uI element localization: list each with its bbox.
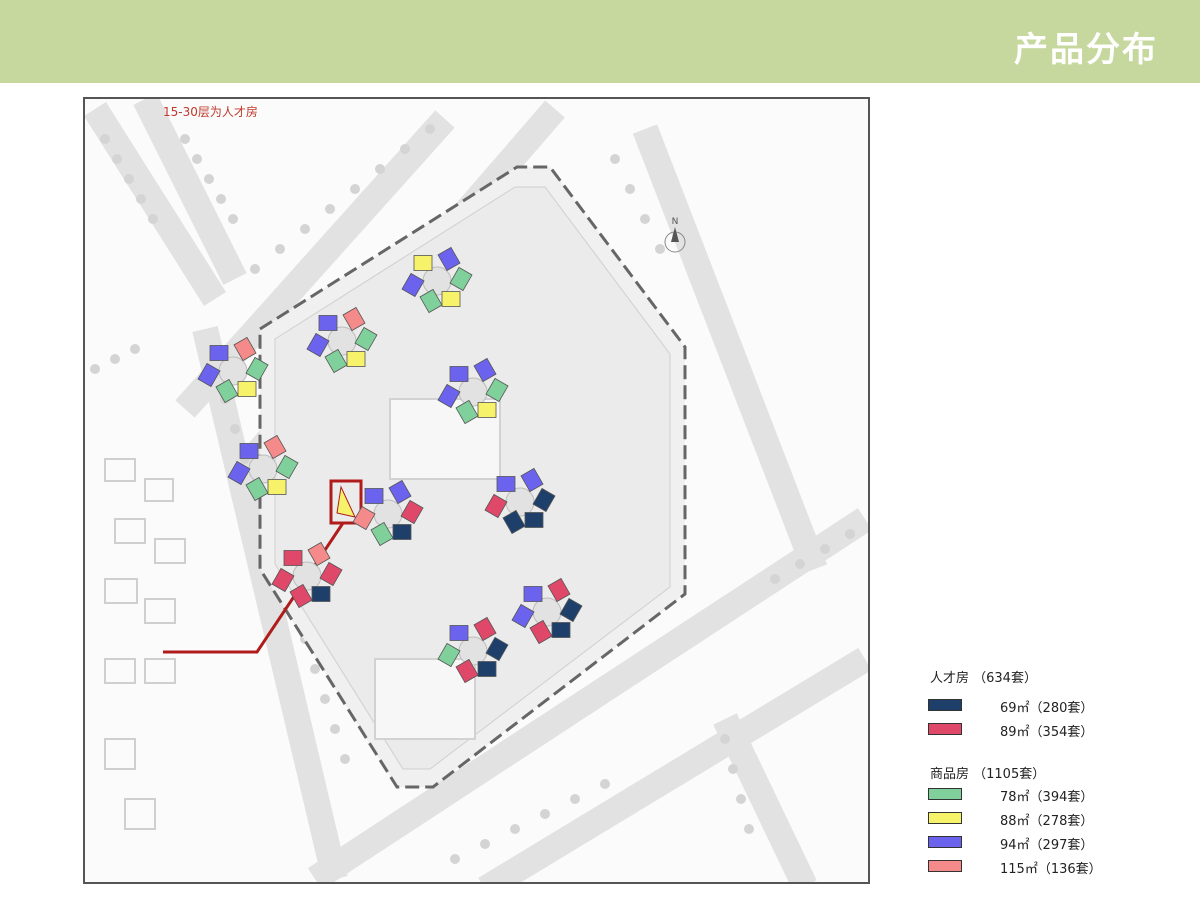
legend-swatch xyxy=(928,699,962,711)
apartment-unit-block xyxy=(477,402,497,418)
tower-core xyxy=(292,561,322,591)
legend-label: 69㎡（280套） xyxy=(1000,701,1094,716)
legend-label: 89㎡（354套） xyxy=(1000,725,1094,740)
tower-core xyxy=(458,377,488,407)
apartment-unit-block xyxy=(524,512,544,528)
legend-label: 78㎡（394套） xyxy=(1000,790,1094,805)
apartment-unit-block xyxy=(523,586,543,602)
tower-core xyxy=(422,266,452,296)
apartment-unit-block xyxy=(311,586,331,602)
tower-core xyxy=(532,597,562,627)
site-plan-map: N 15-30层为人才房 xyxy=(83,97,870,884)
legend-label: 115㎡（136套） xyxy=(1000,862,1102,877)
legend-swatch xyxy=(928,788,962,800)
apartment-unit-block xyxy=(441,291,461,307)
legend-group-talent-housing: 人才房 （634套） xyxy=(930,671,1037,686)
apartment-unit-block xyxy=(449,366,469,382)
apartment-unit-block xyxy=(392,524,412,540)
apartment-unit-block xyxy=(346,351,366,367)
apartment-unit-block xyxy=(237,381,257,397)
legend-swatch xyxy=(928,836,962,848)
tower-core xyxy=(373,499,403,529)
talent-housing-note: 15-30层为人才房 xyxy=(163,105,258,119)
legend-label: 88㎡（278套） xyxy=(1000,814,1094,829)
tower-core xyxy=(505,487,535,517)
apartment-unit-block xyxy=(283,550,303,566)
apartment-unit-block xyxy=(449,625,469,641)
legend-swatch xyxy=(928,812,962,824)
apartment-unit-block xyxy=(477,661,497,677)
legend-swatch xyxy=(928,860,962,872)
svg-text:N: N xyxy=(672,217,679,227)
tower-core xyxy=(248,454,278,484)
site-plan-drawing: N xyxy=(85,99,868,882)
neighbouring-blocks xyxy=(104,458,186,830)
apartment-unit-block xyxy=(209,345,229,361)
apartment-unit-block xyxy=(267,479,287,495)
apartment-unit-block xyxy=(551,622,571,638)
apartment-unit-block xyxy=(318,315,338,331)
legend-group-commercial-housing: 商品房 （1105套） xyxy=(930,767,1046,782)
legend-label: 94㎡（297套） xyxy=(1000,838,1094,853)
page-title: 产品分布 xyxy=(1014,30,1158,70)
tower-core xyxy=(458,636,488,666)
apartment-unit-block xyxy=(239,443,259,459)
apartment-unit-block xyxy=(413,255,433,271)
apartment-unit-block xyxy=(496,476,516,492)
tower-core xyxy=(218,356,248,386)
header-banner: 产品分布 xyxy=(0,0,1200,83)
tower-core xyxy=(327,326,357,356)
apartment-unit-block xyxy=(364,488,384,504)
legend-swatch xyxy=(928,723,962,735)
